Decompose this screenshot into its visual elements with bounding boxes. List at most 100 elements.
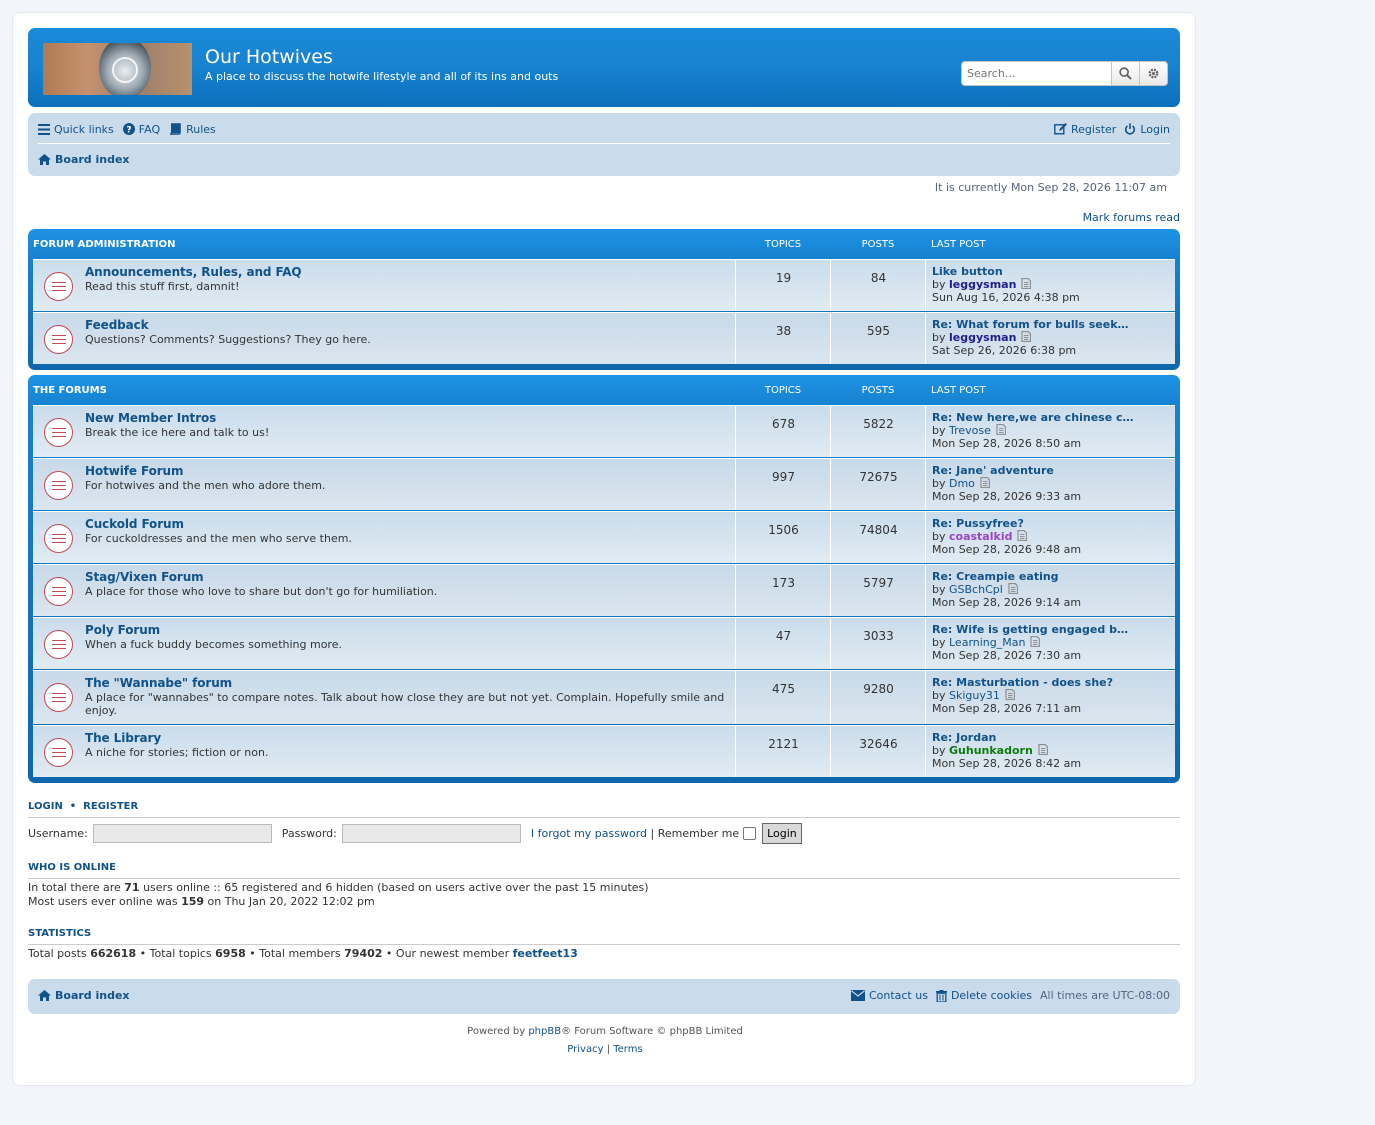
last-post-author-link[interactable]: Trevose (949, 424, 991, 437)
advanced-search-button[interactable] (1139, 62, 1167, 85)
login-link[interactable]: Login (1124, 123, 1170, 136)
mark-forums-read-link[interactable]: Mark forums read (1083, 211, 1180, 224)
envelope-icon (850, 990, 865, 1001)
newest-member-link[interactable]: feetfeet13 (513, 947, 578, 960)
view-latest-post-icon[interactable] (1021, 331, 1032, 342)
search-button[interactable] (1112, 62, 1140, 85)
terms-link[interactable]: Terms (613, 1044, 642, 1055)
forum-title-link[interactable]: The "Wannabe" forum (85, 676, 232, 690)
by-label: by (932, 424, 946, 437)
contact-us-link[interactable]: Contact us (850, 989, 928, 1002)
forum-title-link[interactable]: Poly Forum (85, 623, 160, 637)
password-field[interactable] (341, 824, 521, 843)
remember-me-checkbox[interactable] (743, 827, 757, 840)
last-post-title-link[interactable]: Re: Jane' adventure (932, 464, 1054, 477)
forum-last-post: Re: Jane' adventure by Dmo Mon Sep 28, 202… (925, 459, 1175, 510)
forum-read-icon (44, 325, 73, 354)
view-latest-post-icon[interactable] (1008, 583, 1018, 594)
breadcrumb-board-index[interactable]: Board index (38, 153, 130, 166)
by-label: by (932, 278, 946, 291)
home-icon (38, 153, 51, 165)
current-time: It is currently Mon Sep 28, 2026 11:07 a… (934, 181, 1167, 194)
rules-link[interactable]: Rules (169, 123, 216, 136)
category-title[interactable]: The Forums (33, 385, 107, 396)
forum-topics-count: 997 (735, 459, 831, 510)
forum-title-link[interactable]: New Member Intros (85, 411, 216, 425)
forum-title-link[interactable]: Feedback (85, 318, 149, 332)
forum-title-link[interactable]: Announcements, Rules, and FAQ (85, 265, 302, 279)
register-header-link[interactable]: Register (83, 801, 138, 812)
category-title[interactable]: Forum Administration (33, 239, 176, 250)
delete-cookies-link[interactable]: Delete cookies (935, 989, 1032, 1002)
category-the-forums: The Forums Topics Posts Last post New Me… (28, 375, 1180, 783)
quick-links-menu[interactable]: Quick links (38, 123, 114, 136)
last-post-date: Mon Sep 28, 2026 9:14 am (932, 596, 1082, 609)
by-label: by (932, 477, 946, 490)
forum-title-link[interactable]: Cuckold Forum (85, 517, 184, 531)
login-label: Login (1140, 122, 1170, 136)
last-post-author-link[interactable]: leggysman (949, 278, 1016, 291)
username-label: Username: (28, 827, 88, 840)
forum-title-link[interactable]: Hotwife Forum (85, 464, 183, 478)
forum-topics-count: 173 (735, 565, 831, 616)
view-latest-post-icon[interactable] (1021, 278, 1032, 289)
forum-last-post: Re: Jordan by Guhunkadorn Mon Sep 28, 2026… (925, 726, 1175, 777)
forum-row: Hotwife Forum For hotwives and the men wh… (33, 458, 1175, 510)
login-button[interactable]: Login (762, 823, 802, 844)
view-latest-post-icon[interactable] (1017, 530, 1028, 541)
last-post-title-link[interactable]: Re: New here,we are chinese c… (932, 411, 1134, 424)
who-online-title[interactable]: Who is online (28, 862, 116, 873)
online-count: 71 (124, 881, 140, 894)
last-post-author-link[interactable]: Guhunkadorn (949, 744, 1033, 757)
search-input[interactable] (962, 62, 1112, 85)
forum-last-post: Re: Pussyfree? by coastalkid Mon Sep 28, 2… (925, 512, 1175, 563)
faq-link[interactable]: ? FAQ (122, 123, 160, 136)
forum-topics-count: 2121 (735, 726, 831, 777)
last-post-title-link[interactable]: Re: Wife is getting engaged b… (932, 623, 1128, 636)
last-post-author-link[interactable]: Dmo (949, 477, 975, 490)
search-box (961, 61, 1168, 86)
last-post-author-link[interactable]: leggysman (949, 331, 1016, 344)
by-label: by (932, 689, 946, 702)
last-post-title-link[interactable]: Like button (932, 265, 1003, 278)
register-link[interactable]: Register (1054, 123, 1116, 136)
forum-description: For cuckoldresses and the men who serve … (85, 532, 352, 545)
last-post-date: Mon Sep 28, 2026 9:48 am (932, 543, 1082, 556)
site-logo[interactable] (43, 43, 192, 95)
forum-row: Announcements, Rules, and FAQ Read this s… (33, 259, 1175, 311)
forum-posts-count: 74804 (830, 512, 926, 563)
forgot-password-link[interactable]: I forgot my password (531, 827, 647, 840)
forum-description: When a fuck buddy becomes something more… (85, 638, 342, 651)
last-post-title-link[interactable]: Re: Jordan (932, 731, 996, 744)
last-post-title-link[interactable]: Re: Pussyfree? (932, 517, 1024, 530)
forum-posts-count: 32646 (830, 726, 926, 777)
view-latest-post-icon[interactable] (1038, 744, 1048, 755)
view-latest-post-icon[interactable] (1030, 636, 1041, 647)
forum-posts-count: 3033 (830, 618, 926, 669)
last-post-author-link[interactable]: Learning_Man (949, 636, 1025, 649)
forum-title-link[interactable]: The Library (85, 731, 161, 745)
view-latest-post-icon[interactable] (996, 424, 1006, 435)
phpbb-link[interactable]: phpBB (528, 1026, 561, 1037)
statistics-divider (28, 944, 1180, 945)
last-post-title-link[interactable]: Re: What forum for bulls seek… (932, 318, 1129, 331)
col-last-post: Last post (931, 238, 986, 250)
record-count: 159 (181, 895, 205, 908)
privacy-link[interactable]: Privacy (567, 1044, 603, 1055)
timezone-text: All times are UTC-08:00 (1040, 989, 1170, 1002)
last-post-author-link[interactable]: coastalkid (949, 530, 1012, 543)
view-latest-post-icon[interactable] (1005, 689, 1015, 700)
username-field[interactable] (92, 824, 272, 843)
login-header-link[interactable]: Login (28, 801, 63, 812)
forum-title-link[interactable]: Stag/Vixen Forum (85, 570, 204, 584)
last-post-title-link[interactable]: Re: Masturbation - does she? (932, 676, 1113, 689)
col-posts: Posts (861, 384, 895, 396)
total-posts: 662618 (90, 947, 137, 960)
last-post-author-link[interactable]: GSBchCpl (949, 583, 1003, 596)
view-latest-post-icon[interactable] (980, 477, 990, 488)
footer-board-index[interactable]: Board index (38, 989, 130, 1002)
last-post-title-link[interactable]: Re: Creampie eating (932, 570, 1059, 583)
statistics-text: Total posts 662618 • Total topics 6958 •… (28, 947, 578, 960)
last-post-author-link[interactable]: Skiguy31 (949, 689, 1000, 702)
last-post-date: Mon Sep 28, 2026 8:42 am (932, 757, 1082, 770)
